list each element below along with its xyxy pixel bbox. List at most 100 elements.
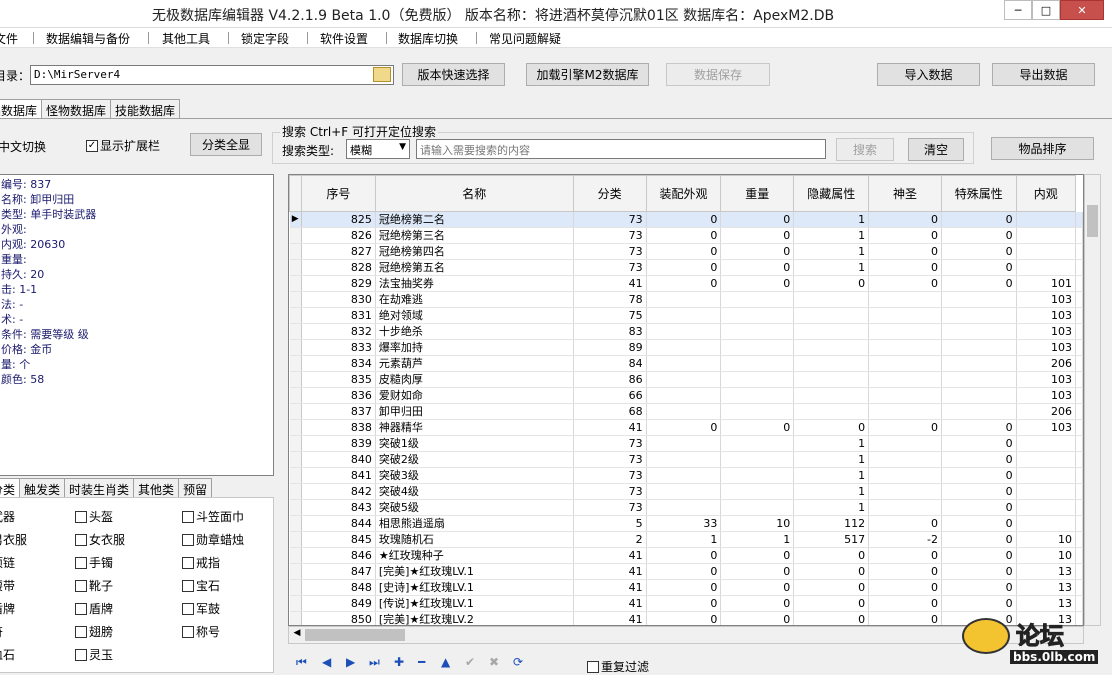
table-cell[interactable]: 41 (573, 547, 647, 564)
table-cell[interactable]: 41 (573, 275, 647, 292)
scroll-thumb[interactable] (305, 629, 405, 641)
table-cell[interactable]: 0 (793, 595, 870, 612)
table-cell[interactable] (793, 291, 870, 308)
table-cell[interactable] (646, 467, 722, 484)
table-cell[interactable]: 206 (1016, 355, 1077, 372)
table-cell[interactable]: 0 (646, 259, 722, 276)
table-cell[interactable]: 10 (1016, 531, 1077, 548)
table-row[interactable]: 832 十步绝杀 83 103 (289, 323, 1083, 340)
table-row[interactable]: 844 相思熊逍遥扇 5 33 10 112 0 0 (289, 515, 1083, 532)
table-cell[interactable]: 103 (1016, 291, 1077, 308)
table-cell[interactable]: 0 (941, 451, 1017, 468)
table-cell[interactable]: 83 (573, 323, 647, 340)
table-cell[interactable] (720, 307, 795, 324)
table-cell[interactable] (646, 339, 722, 356)
table-cell[interactable]: 0 (941, 227, 1017, 244)
table-cell[interactable]: 0 (720, 227, 795, 244)
menu-settings[interactable]: 软件设置 (320, 30, 368, 47)
next-icon[interactable]: ▶ (346, 655, 355, 669)
menu-db-switch[interactable]: 数据库切换 (398, 30, 458, 47)
table-cell[interactable]: 89 (573, 339, 647, 356)
table-cell[interactable]: 突破3级 (375, 467, 574, 484)
table-cell[interactable]: [传说]★红玫瑰LV.1 (375, 595, 574, 612)
table-row[interactable]: 838 神器精华 41 0 0 0 0 0 103 (289, 419, 1083, 436)
table-row[interactable]: ▶ 825 冠绝榜第二名 73 0 0 1 0 0 (289, 211, 1083, 228)
table-cell[interactable]: 41 (573, 563, 647, 580)
table-cell[interactable]: 0 (868, 579, 942, 596)
header-cell[interactable]: 重量 (720, 175, 795, 212)
table-cell[interactable]: 0 (941, 435, 1017, 452)
table-cell[interactable]: 冠绝榜第三名 (375, 227, 574, 244)
table-cell[interactable]: 0 (720, 547, 795, 564)
category-checkbox[interactable]: 男衣服 (0, 531, 27, 548)
table-cell[interactable] (720, 291, 795, 308)
table-cell[interactable]: 844 (301, 515, 376, 532)
table-cell[interactable]: 841 (301, 467, 376, 484)
table-cell[interactable] (941, 387, 1017, 404)
menu-faq[interactable]: 常见问题解疑 (489, 30, 561, 47)
search-button[interactable]: 搜索 (836, 138, 894, 161)
table-cell[interactable] (720, 451, 795, 468)
table-cell[interactable]: 0 (793, 579, 870, 596)
header-cell[interactable]: 内观 (1015, 175, 1077, 212)
table-cell[interactable]: 41 (573, 595, 647, 612)
table-cell[interactable]: 0 (868, 419, 942, 436)
dup-filter-checkbox[interactable]: 重复过滤 (587, 658, 649, 675)
table-row[interactable]: 841 突破3级 73 1 0 (289, 467, 1083, 484)
table-row[interactable]: 839 突破1级 73 1 0 (289, 435, 1083, 452)
menu-file[interactable]: 文件 (0, 30, 18, 47)
table-cell[interactable] (793, 339, 870, 356)
header-cell[interactable]: 序号 (300, 175, 376, 212)
table-cell[interactable]: 112 (793, 515, 870, 532)
category-checkbox[interactable]: 灵玉 (75, 646, 113, 663)
table-cell[interactable]: 41 (573, 611, 647, 625)
search-type-select[interactable]: 模糊 ▼ (346, 139, 410, 159)
table-cell[interactable] (1016, 227, 1077, 244)
table-cell[interactable] (941, 307, 1017, 324)
table-cell[interactable]: 绝对领域 (375, 307, 574, 324)
table-cell[interactable]: 相思熊逍遥扇 (375, 515, 574, 532)
table-cell[interactable]: 0 (941, 515, 1017, 532)
table-cell[interactable]: 829 (301, 275, 376, 292)
table-cell[interactable] (868, 355, 942, 372)
table-row[interactable]: 837 卸甲归田 68 206 (289, 403, 1083, 420)
table-cell[interactable]: 0 (941, 531, 1017, 548)
table-cell[interactable]: 1 (793, 451, 870, 468)
table-cell[interactable]: 839 (301, 435, 376, 452)
menu-data-edit-backup[interactable]: 数据编辑与备份 (46, 30, 130, 47)
table-cell[interactable]: [完美]★红玫瑰LV.2 (375, 611, 574, 625)
grid-vertical-scrollbar[interactable] (1084, 174, 1101, 626)
tab-trigger[interactable]: 触发类 (19, 478, 66, 498)
table-row[interactable]: 834 元素葫芦 84 206 (289, 355, 1083, 372)
table-cell[interactable]: 在劫难逃 (375, 291, 574, 308)
table-cell[interactable] (941, 323, 1017, 340)
table-cell[interactable]: 1 (793, 259, 870, 276)
table-cell[interactable] (868, 387, 942, 404)
tab-fashion-zodiac[interactable]: 时装生肖类 (64, 478, 135, 498)
table-cell[interactable] (1016, 451, 1077, 468)
table-row[interactable]: 828 冠绝榜第五名 73 0 0 1 0 0 (289, 259, 1083, 276)
clear-button[interactable]: 清空 (908, 138, 964, 161)
table-cell[interactable]: 830 (301, 291, 376, 308)
refresh-icon[interactable]: ⟳ (513, 655, 523, 669)
last-icon[interactable]: ⏭ (369, 655, 380, 670)
table-row[interactable]: 829 法宝抽奖券 41 0 0 0 0 0 101 (289, 275, 1083, 292)
table-cell[interactable]: 103 (1016, 339, 1077, 356)
table-cell[interactable]: 0 (868, 563, 942, 580)
table-cell[interactable] (941, 403, 1017, 420)
table-cell[interactable]: 73 (573, 499, 647, 516)
table-cell[interactable]: 73 (573, 483, 647, 500)
prev-icon[interactable]: ◀ (322, 655, 331, 669)
category-checkbox[interactable]: 手镯 (75, 554, 113, 571)
table-cell[interactable]: 0 (868, 259, 942, 276)
tab-reserved[interactable]: 预留 (178, 478, 213, 498)
category-checkbox[interactable]: 称号 (182, 623, 220, 640)
table-cell[interactable]: 68 (573, 403, 647, 420)
show-all-categories-button[interactable]: 分类全显 (190, 133, 262, 156)
table-cell[interactable] (646, 371, 722, 388)
table-cell[interactable]: 103 (1016, 387, 1077, 404)
table-cell[interactable] (1016, 467, 1077, 484)
table-cell[interactable]: 838 (301, 419, 376, 436)
table-cell[interactable] (1016, 515, 1077, 532)
table-row[interactable]: 843 突破5级 73 1 0 (289, 499, 1083, 516)
